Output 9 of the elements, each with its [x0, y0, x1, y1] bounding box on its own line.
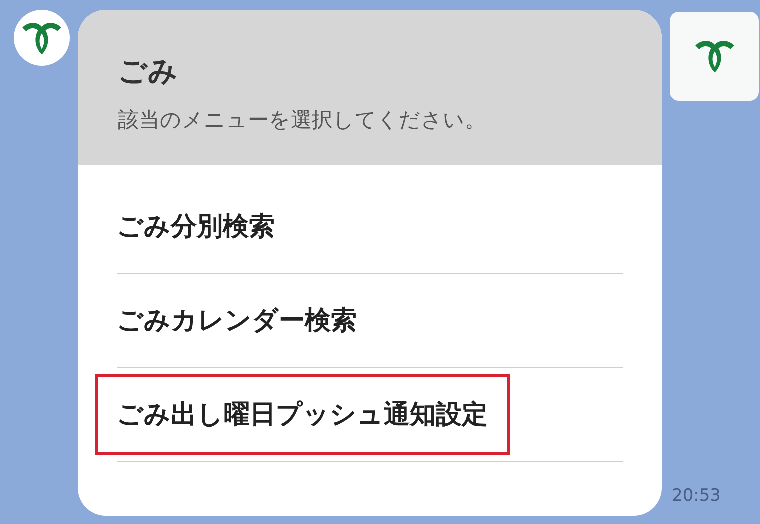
menu-item[interactable]: ごみ出し曜日プッシュ通知設定 [95, 374, 510, 455]
timestamp: 20:53 [672, 486, 722, 506]
card-title: ごみ [118, 53, 179, 90]
emblem-tile[interactable] [670, 12, 759, 101]
card-subtitle: 該当のメニューを選択してください。 [118, 107, 487, 134]
menu-item[interactable]: ごみカレンダー検索 [95, 280, 379, 361]
emblem-icon [20, 20, 64, 56]
emblem-icon [692, 39, 736, 74]
menu-item[interactable]: ごみ分別検索 [95, 186, 297, 267]
